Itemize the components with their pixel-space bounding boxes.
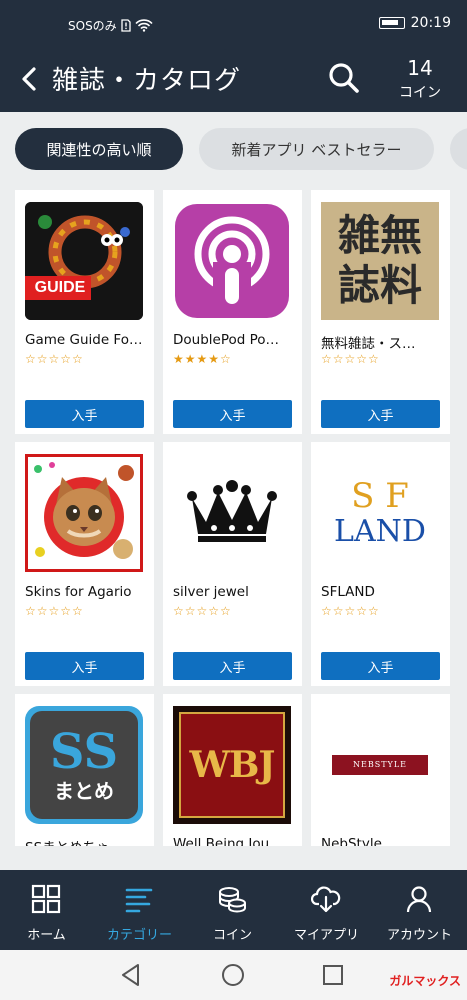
matome-icon-text: まとめ [54,779,114,803]
ss-icon-text: SS [49,724,119,780]
nebstyle-icon-text: NEBSTYLE [332,755,428,775]
nav-coins[interactable]: コイン [186,870,279,950]
game-guide-icon-text: GUIDE [34,279,86,296]
free-magazine-icon: 雑無誌料 [321,202,439,320]
app-card-skins-agario[interactable]: Skins for Agario ☆☆☆☆☆ 入手 [15,442,154,686]
back-triangle-icon[interactable] [118,962,144,988]
app-name: Skins for Agario [25,584,132,600]
star-rating: ☆☆☆☆☆ [173,604,232,618]
star-rating: ★★★★☆ [173,352,232,366]
nav-label: アカウント [386,928,452,943]
chevron-left-icon [22,67,36,91]
carrier-text: SOSのみ [68,19,117,33]
star-rating: ☆☆☆☆☆ [25,352,84,366]
sfland-icon-top: S F [351,476,409,516]
coins-icon [219,887,246,913]
app-header: 雑誌・カタログ 14 コイン [0,46,467,112]
app-card-silver-jewel[interactable]: silver jewel ☆☆☆☆☆ 入手 [163,442,302,686]
get-button[interactable]: 入手 [25,652,144,680]
app-card-free-magazine[interactable]: 雑無誌料 無料雑誌・ス… ☆☆☆☆☆ 入手 [311,190,450,434]
star-rating: ☆☆☆☆☆ [25,604,84,618]
podcast-icon [173,202,291,320]
nav-my-apps[interactable]: マイアプリ [280,870,373,950]
app-name: 無料雑誌・ス… [321,336,416,352]
app-card-sfland[interactable]: S F LAND SFLAND ☆☆☆☆☆ 入手 [311,442,450,686]
nav-label: ホーム [27,928,66,943]
sfland-icon-bottom: LAND [334,514,426,549]
chip-new-bestseller[interactable]: 新着アプリ ベストセラー [199,128,434,170]
free-magazine-icon-text: 雑無誌料 [337,211,422,310]
ss-matome-icon: SS まとめ [25,706,143,824]
coin-count: 14 [407,56,433,80]
wbj-icon-text: WBJ [189,744,276,786]
star-rating: ☆☆☆☆☆ [321,352,380,366]
back-button[interactable] [14,62,44,96]
get-button[interactable]: 入手 [321,400,440,428]
nebstyle-icon: NEBSTYLE [321,706,439,824]
nav-home[interactable]: ホーム [0,870,93,950]
app-name: Game Guide Fo… [25,332,143,348]
bottom-nav: ホーム カテゴリー コイン マイアプリ アカウント [0,870,467,950]
app-name: DoublePod Po… [173,332,280,348]
status-bar: SOSのみ 20:19 [0,0,467,46]
app-name: Well Being Jou… [173,836,283,846]
chip-more[interactable] [450,128,467,170]
get-button[interactable]: 入手 [173,652,292,680]
app-card-wbj[interactable]: WBJ Well Being Jou… [163,694,302,846]
nav-label: カテゴリー [106,928,172,943]
app-name: silver jewel [173,584,249,600]
get-button[interactable]: 入手 [321,652,440,680]
app-name: SSまとめちゃ… [25,836,149,846]
person-icon [406,886,432,913]
search-icon [329,63,359,93]
chip-relevance[interactable]: 関連性の高い順 [15,128,183,170]
app-card-ss-matome[interactable]: SS まとめ SSまとめちゃ… [15,694,154,846]
wifi-icon [135,19,153,32]
sort-chips: 関連性の高い順 新着アプリ ベストセラー [0,112,467,186]
coin-balance[interactable]: 14 コイン [392,56,448,102]
wbj-icon: WBJ [173,706,291,824]
app-card-doublepod[interactable]: DoublePod Po… ★★★★☆ 入手 [163,190,302,434]
nav-label: マイアプリ [293,928,359,943]
recents-square-icon[interactable] [320,962,346,988]
app-name: NebStyle [321,836,382,846]
clock: 20:19 [410,15,451,31]
app-name: SFLAND [321,584,375,600]
cloud-download-icon [311,886,341,913]
nav-label: コイン [212,928,252,943]
app-card-nebstyle[interactable]: NEBSTYLE NebStyle [311,694,450,846]
category-list-icon [125,888,153,913]
cat-icon [25,454,143,572]
app-card-game-guide[interactable]: GUIDE Game Guide Fo… ☆☆☆☆☆ 入手 [15,190,154,434]
status-left: SOSのみ [68,17,153,34]
status-right: 20:19 [378,15,451,31]
coin-label: コイン [399,85,441,101]
page-title: 雑誌・カタログ [52,66,242,96]
get-button[interactable]: 入手 [25,400,144,428]
battery-icon [378,17,405,29]
home-circle-icon[interactable] [220,962,246,988]
home-grid-icon [31,884,61,914]
sfland-icon: S F LAND [321,454,439,572]
search-button[interactable] [322,58,366,98]
get-button[interactable]: 入手 [173,400,292,428]
app-grid: GUIDE Game Guide Fo… ☆☆☆☆☆ 入手 DoublePod … [0,186,467,846]
nav-category[interactable]: カテゴリー [93,870,186,950]
star-rating: ☆☆☆☆☆ [321,604,380,618]
nav-account[interactable]: アカウント [373,870,466,950]
game-guide-icon: GUIDE [25,202,143,320]
sim-alert-icon [121,19,131,32]
crown-icon [173,454,291,572]
watermark: ガルマックス [389,974,461,988]
